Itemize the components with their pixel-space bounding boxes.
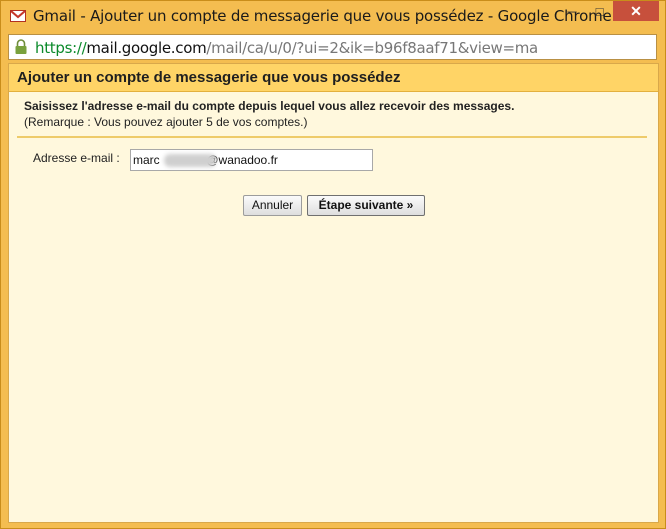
instruction-text: Saisissez l'adresse e-mail du compte dep… <box>24 99 515 113</box>
browser-window: Gmail - Ajouter un compte de messagerie … <box>0 0 666 529</box>
window-controls: ─ □ ✕ <box>558 1 659 22</box>
dialog-content: Ajouter un compte de messagerie que vous… <box>8 63 659 523</box>
url-host: mail.google.com <box>86 39 207 57</box>
address-bar[interactable]: https://mail.google.com/mail/ca/u/0/?ui=… <box>8 34 657 60</box>
note-text: (Remarque : Vous pouvez ajouter 5 de vos… <box>24 115 308 129</box>
url-path: /mail/ca/u/0/?ui=2&ik=b96f8aaf71&view=ma <box>206 39 538 57</box>
redacted-blur <box>164 154 216 167</box>
close-button[interactable]: ✕ <box>613 1 659 21</box>
divider <box>17 136 647 138</box>
next-step-button[interactable]: Étape suivante » <box>307 195 425 216</box>
dialog-header: Ajouter un compte de messagerie que vous… <box>9 64 658 92</box>
gmail-icon <box>10 10 26 22</box>
url-scheme: https:// <box>35 39 87 57</box>
cancel-button[interactable]: Annuler <box>243 195 302 216</box>
window-title: Gmail - Ajouter un compte de messagerie … <box>33 7 612 25</box>
email-label: Adresse e-mail : <box>33 151 120 165</box>
lock-icon <box>14 39 28 60</box>
title-bar: Gmail - Ajouter un compte de messagerie … <box>1 1 665 33</box>
minimize-button[interactable]: ─ <box>558 1 586 21</box>
maximize-button[interactable]: □ <box>586 1 613 21</box>
dialog-title: Ajouter un compte de messagerie que vous… <box>17 69 401 86</box>
url-text[interactable]: https://mail.google.com/mail/ca/u/0/?ui=… <box>35 39 538 57</box>
